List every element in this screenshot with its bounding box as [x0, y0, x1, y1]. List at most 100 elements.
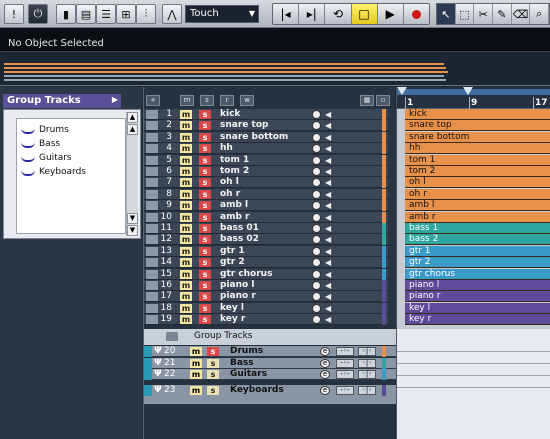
speaker-icon[interactable]: ◀ [325, 315, 333, 324]
left-locator-icon[interactable] [397, 87, 407, 95]
solo-button[interactable]: s [199, 155, 211, 165]
table-row[interactable]: 8 m s oh r ◀ [144, 188, 396, 200]
solo-button[interactable]: s [199, 258, 211, 268]
mute-button[interactable]: m [180, 167, 192, 176]
scroll-down-icon[interactable]: ▼ [127, 213, 138, 224]
solo-button[interactable]: s [199, 269, 211, 279]
track-select-box[interactable] [146, 144, 158, 154]
read-automation-icon[interactable] [312, 258, 321, 268]
track-name[interactable]: snare bottom [220, 132, 288, 143]
table-row[interactable]: 7 m s oh l ◀ [144, 177, 396, 189]
track-select-box[interactable] [146, 167, 158, 176]
scroll-up-icon[interactable]: ▲ [127, 112, 138, 123]
audio-event[interactable]: key l [405, 302, 550, 314]
edit-channel-icon[interactable]: e [320, 370, 330, 379]
edit-channel-icon[interactable]: e [320, 347, 330, 356]
mute-button[interactable]: m [180, 315, 192, 325]
track-select-box[interactable] [146, 178, 158, 188]
automation-mode-select[interactable]: Touch ▼ [185, 5, 259, 23]
show-mixer-icon[interactable]: ⫶ [136, 4, 156, 24]
eq-bypass-icon[interactable]: ◦|◦ [358, 347, 376, 356]
scroll-up-icon[interactable]: ▲ [127, 124, 138, 135]
audio-event[interactable]: oh l [405, 177, 550, 189]
project-overview[interactable] [0, 53, 550, 86]
solo-button[interactable]: s [199, 224, 211, 233]
solo-button[interactable]: s [207, 358, 219, 368]
table-row[interactable]: 3 m s snare bottom ◀ [144, 131, 396, 143]
solo-button[interactable]: s [207, 370, 219, 379]
read-automation-icon[interactable] [312, 303, 321, 313]
mute-button[interactable]: m [190, 370, 202, 379]
solo-button[interactable]: s [207, 386, 219, 395]
audio-event[interactable]: bass 1 [405, 223, 550, 234]
solo-button[interactable]: s [199, 281, 211, 290]
audio-event[interactable]: key r [405, 314, 550, 326]
table-row[interactable]: 2 m s snare top ◀ [144, 120, 396, 132]
table-row[interactable]: 17 m s piano r ◀ [144, 291, 396, 303]
mute-button[interactable]: m [180, 303, 192, 313]
insert-bypass-icon[interactable]: -◦- [336, 386, 354, 395]
solo-button[interactable]: s [199, 144, 211, 154]
solo-button[interactable]: s [199, 189, 211, 199]
mute-button[interactable]: m [190, 347, 202, 356]
table-row[interactable]: 5 m s tom 1 ◀ [144, 154, 396, 166]
solo-button[interactable]: s [199, 132, 211, 142]
mute-button[interactable]: m [180, 292, 192, 302]
cycle-icon[interactable]: ⟲ [325, 4, 352, 24]
speaker-icon[interactable]: ◀ [325, 281, 333, 290]
track-name[interactable]: snare top [220, 120, 268, 131]
track-name[interactable]: bass 01 [220, 223, 259, 234]
track-select-box[interactable] [146, 110, 158, 119]
speaker-icon[interactable]: ◀ [325, 178, 333, 187]
track-select-box[interactable] [146, 224, 158, 233]
group-track-row[interactable]: Ψ 21 m s Bass e -◦- ◦|◦ [144, 357, 396, 369]
track-name[interactable]: key r [220, 314, 245, 325]
speaker-icon[interactable]: ◀ [325, 224, 333, 233]
speaker-icon[interactable]: ◀ [325, 167, 333, 176]
track-name[interactable]: tom 1 [220, 155, 249, 166]
track-name[interactable]: Bass [230, 358, 254, 369]
mute-button[interactable]: m [180, 269, 192, 279]
solo-button[interactable]: s [199, 121, 211, 131]
read-automation-icon[interactable] [312, 132, 321, 142]
read-automation-icon[interactable] [312, 246, 321, 256]
track-select-box[interactable] [146, 269, 158, 279]
eq-bypass-icon[interactable]: ◦|◦ [358, 386, 376, 395]
mute-button[interactable]: m [180, 155, 192, 165]
audio-event[interactable]: gtr 1 [405, 245, 550, 257]
table-row[interactable]: 14 m s gtr 2 ◀ [144, 257, 396, 269]
read-automation-icon[interactable] [312, 144, 321, 154]
solo-button[interactable]: s [199, 246, 211, 256]
mute-button[interactable]: m [180, 121, 192, 131]
solo-button[interactable]: s [199, 167, 211, 176]
read-automation-icon[interactable] [312, 167, 321, 176]
solo-button[interactable]: s [199, 178, 211, 188]
speaker-icon[interactable]: ◀ [325, 235, 333, 244]
table-row[interactable]: 1 m s kick ◀ [144, 109, 396, 120]
read-automation-icon[interactable] [312, 201, 321, 211]
audio-event[interactable]: piano l [405, 280, 550, 291]
cycle-range[interactable] [397, 89, 550, 95]
record-button[interactable] [404, 4, 429, 24]
split-tool-icon[interactable]: ✂ [474, 4, 494, 24]
audio-event[interactable]: hh [405, 143, 550, 155]
track-name[interactable]: Keyboards [230, 385, 284, 396]
group-folder-track[interactable]: Group Tracks [144, 329, 396, 345]
eq-bypass-icon[interactable]: ◦|◦ [358, 358, 376, 368]
solo-button[interactable]: s [199, 201, 211, 211]
table-row[interactable]: 13 m s gtr 1 ◀ [144, 245, 396, 257]
speaker-icon[interactable]: ◀ [325, 121, 333, 130]
mute-button[interactable]: m [180, 201, 192, 211]
eq-bypass-icon[interactable]: ◦|◦ [358, 370, 376, 379]
group-track-row[interactable]: Ψ 22 m s Guitars e -◦- ◦|◦ [144, 369, 396, 380]
show-overview-icon[interactable]: ☰ [96, 4, 116, 24]
global-write-button[interactable]: w [240, 95, 254, 106]
group-track-row[interactable]: Ψ 20 m s Drums e -◦- ◦|◦ [144, 346, 396, 357]
insert-bypass-icon[interactable]: -◦- [336, 358, 354, 368]
track-name[interactable]: gtr 1 [220, 246, 245, 257]
read-automation-icon[interactable] [312, 281, 321, 290]
inspector-section-header[interactable]: Group Tracks ▶ [3, 94, 121, 108]
range-selection-tool-icon[interactable]: ⬚ [456, 4, 475, 24]
track-name[interactable]: oh r [220, 189, 240, 200]
show-infoline-icon[interactable]: ▤ [76, 4, 96, 24]
